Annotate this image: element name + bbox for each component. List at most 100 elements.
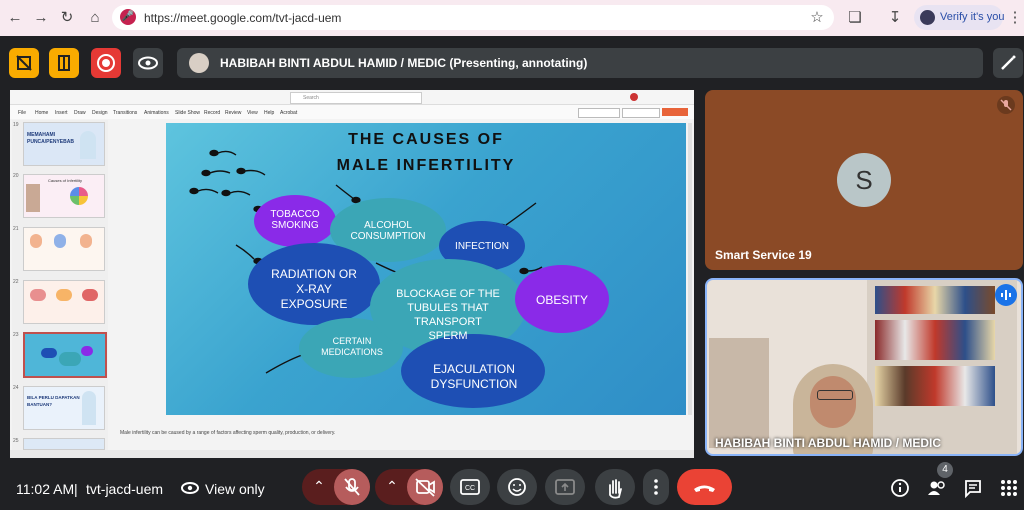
thumb-bubble <box>81 346 93 356</box>
slide-thumbnail[interactable] <box>23 438 105 450</box>
ppt-menu-item[interactable]: Acrobat <box>280 110 297 116</box>
back-icon[interactable]: ← <box>6 9 24 27</box>
ppt-present-teams-button[interactable] <box>622 108 660 118</box>
pen-icon <box>1001 55 1016 70</box>
ppt-menu-item[interactable]: Transitions <box>113 110 137 116</box>
bubble-text-line: TRANSPORT <box>414 316 482 328</box>
ppt-menu-item[interactable]: Help <box>264 110 274 116</box>
participant-name: HABIBAH BINTI ABDUL HAMID / MEDIC <box>715 436 941 450</box>
pie-illustration <box>70 187 88 205</box>
record-icon <box>97 54 115 72</box>
download-icon[interactable]: ↧ <box>886 9 904 27</box>
speaker-notes[interactable]: Male infertility can be caused by a rang… <box>120 430 690 444</box>
reactions-button[interactable] <box>497 469 537 505</box>
chevron-up-icon[interactable]: ⌃ <box>309 478 329 496</box>
bubble-text-line: X-RAY <box>296 282 332 296</box>
person-illustration <box>54 234 66 248</box>
home-icon[interactable]: ⌂ <box>86 9 104 27</box>
separator: | <box>74 481 78 497</box>
slide-thumbnail[interactable] <box>23 227 105 271</box>
ppt-user-avatar <box>630 93 638 101</box>
extensions-icon[interactable]: ❏ <box>846 9 864 27</box>
ppt-record-button[interactable] <box>578 108 620 118</box>
url-text: https://meet.google.com/tvt-jacd-uem <box>144 11 342 25</box>
view-button[interactable] <box>133 48 163 78</box>
bubble-text-line: TUBULES THAT <box>407 302 489 314</box>
slide-thumbnail-selected[interactable] <box>23 332 107 378</box>
ppt-menu-item[interactable]: Review <box>225 110 241 116</box>
ppt-share-button[interactable] <box>662 108 688 116</box>
chevron-up-icon[interactable]: ⌃ <box>382 478 402 496</box>
thumb-number: 21 <box>13 226 19 232</box>
bubble-text-line: TOBACCO <box>270 209 320 220</box>
ppt-menu-item[interactable]: Record <box>204 110 220 116</box>
emoji-icon <box>508 478 526 496</box>
forward-icon[interactable]: → <box>32 9 50 27</box>
reload-icon[interactable]: ↻ <box>58 9 76 27</box>
end-call-icon <box>694 485 715 492</box>
site-info-icon[interactable]: 🎤 <box>120 9 136 25</box>
captions-button[interactable]: CC <box>450 469 490 505</box>
slide-scrollbar[interactable] <box>688 123 692 415</box>
present-button[interactable] <box>545 469 585 505</box>
ppt-search-box[interactable]: Search <box>290 92 422 104</box>
nurse-illustration <box>82 391 96 425</box>
ppt-menu-item[interactable]: Animations <box>144 110 169 116</box>
view-only-label: View only <box>205 481 265 497</box>
person-illustration <box>30 234 42 248</box>
annotate-button[interactable] <box>993 48 1023 78</box>
recording-button[interactable] <box>91 48 121 78</box>
slide-title-line1: THE CAUSES OF <box>348 131 504 148</box>
bubble-blockage-text: BLOCKAGE OF THE TUBULES THAT TRANSPORT S… <box>370 287 526 343</box>
svg-text:CC: CC <box>465 485 475 492</box>
hide-others-button[interactable] <box>9 48 39 78</box>
ppt-menu-item[interactable]: Home <box>35 110 48 116</box>
door-icon <box>58 55 70 71</box>
ppt-menu-item[interactable]: Slide Show <box>175 110 200 116</box>
camera-off-icon <box>415 478 435 497</box>
glasses <box>817 390 853 400</box>
bubble-text-line: DYSFUNCTION <box>430 377 518 391</box>
thumb-number: 24 <box>13 385 19 391</box>
people-count-badge: 4 <box>937 462 953 478</box>
bubble-text-line: ALCOHOL <box>364 220 412 231</box>
chat-icon[interactable] <box>963 478 983 499</box>
mic-toggle-button[interactable] <box>334 469 370 505</box>
organ-illustration <box>82 289 98 301</box>
leave-call-button[interactable] <box>677 469 732 505</box>
thumb-bubble <box>59 352 81 366</box>
thumb-title: Causes of Infertility <box>48 178 83 183</box>
photo-illustration <box>26 184 40 212</box>
raise-hand-button[interactable] <box>595 469 635 505</box>
ppt-menu-item[interactable]: Draw <box>74 110 86 116</box>
slide-thumbnail[interactable]: Causes of Infertility <box>23 174 105 218</box>
slide-thumbnail[interactable]: MEMAHAMI PUNCA/PENYEBAB <box>23 122 105 166</box>
thumb-number: 20 <box>13 173 19 179</box>
meeting-info-icon[interactable] <box>890 478 910 498</box>
ppt-menu-item[interactable]: Design <box>92 110 108 116</box>
bubble-radiation-text: RADIATION OR X-RAY EXPOSURE <box>248 267 380 312</box>
organ-illustration <box>56 289 72 301</box>
exit-layout-button[interactable] <box>49 48 79 78</box>
bubble-infection-text: INFECTION <box>455 241 509 252</box>
activities-icon[interactable] <box>999 478 1019 498</box>
more-options-button[interactable] <box>643 469 669 505</box>
ppt-ribbon-menu: File Home Insert Draw Design Transitions… <box>10 105 694 119</box>
slide-thumbnail[interactable]: BILA PERLU DAPATKAN BANTUAN? <box>23 386 105 430</box>
cabinet-background <box>709 338 769 448</box>
captions-icon: CC <box>460 479 480 495</box>
bookmark-star-icon[interactable]: ☆ <box>808 9 826 27</box>
browser-menu-icon[interactable]: ⋮ <box>1006 9 1024 27</box>
participant-tile-active[interactable] <box>705 278 1023 456</box>
slide-thumbnail[interactable] <box>23 280 105 324</box>
bubble-ejaculation-text: EJACULATION DYSFUNCTION <box>402 362 546 392</box>
ppt-menu-item[interactable]: File <box>18 110 26 116</box>
people-icon[interactable] <box>926 478 948 498</box>
ppt-menu-item[interactable]: Insert <box>55 110 68 116</box>
bubble-text-line: SMOKING <box>271 220 319 231</box>
participant-avatar: S <box>837 153 891 207</box>
camera-toggle-button[interactable] <box>407 469 443 505</box>
ppt-menu-item[interactable]: View <box>247 110 258 116</box>
book-row <box>875 366 995 406</box>
hand-icon <box>609 479 622 499</box>
